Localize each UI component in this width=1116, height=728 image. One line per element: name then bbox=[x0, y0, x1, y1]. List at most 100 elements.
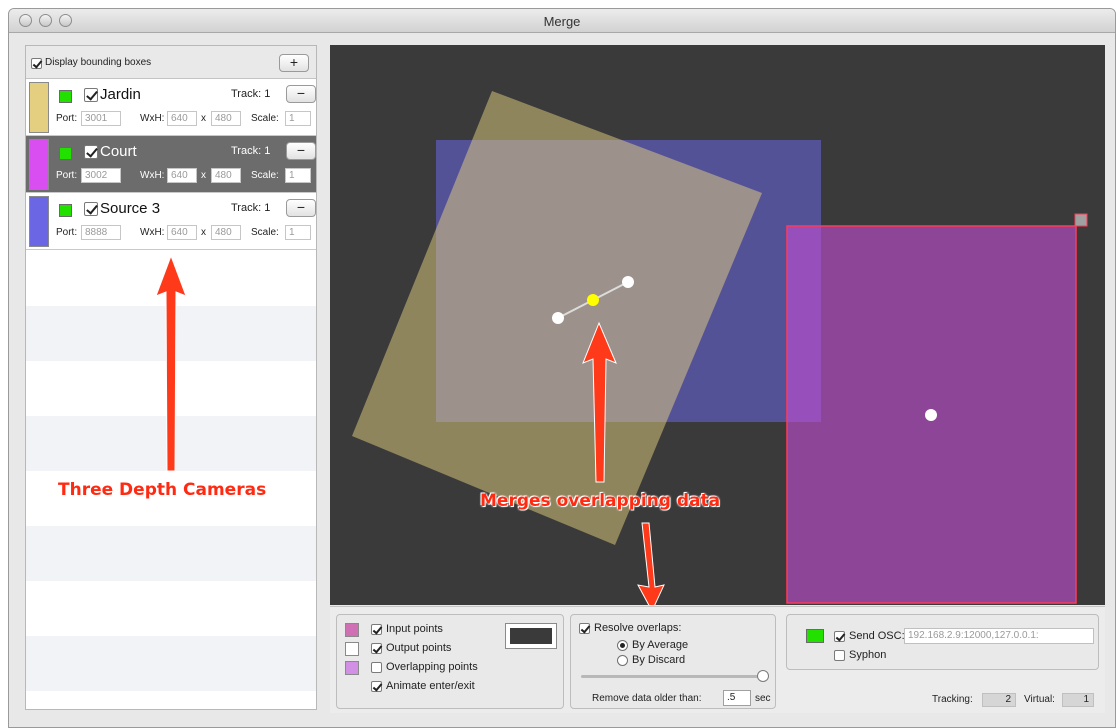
remove-camera-button[interactable]: − bbox=[286, 199, 316, 217]
input-points-option[interactable]: Input points bbox=[371, 623, 443, 635]
send-osc-checkbox[interactable] bbox=[834, 630, 845, 642]
port-label: Port: bbox=[56, 113, 78, 124]
camera-active-indicator bbox=[59, 90, 72, 103]
wxh-label: WxH: bbox=[140, 170, 165, 181]
height-field[interactable]: 480 bbox=[211, 225, 241, 240]
scale-field[interactable]: 1 bbox=[285, 168, 311, 183]
overlap-slider-track[interactable] bbox=[581, 675, 769, 678]
camera-name: Court bbox=[100, 143, 137, 160]
empty-row bbox=[26, 526, 316, 581]
output-points-option[interactable]: Output points bbox=[371, 642, 451, 654]
input-point bbox=[552, 312, 564, 324]
by-average-label: By Average bbox=[632, 639, 689, 651]
background-color-well[interactable] bbox=[505, 623, 557, 649]
merge-arrow-down-annotation bbox=[637, 522, 665, 605]
camera-enabled-checkbox[interactable] bbox=[84, 88, 98, 102]
bottom-controls: Input points Output points Overlapping p… bbox=[330, 606, 1105, 713]
camera-color-swatch[interactable] bbox=[29, 196, 49, 247]
animate-option[interactable]: Animate enter/exit bbox=[371, 680, 475, 692]
tracking-label: Tracking: bbox=[932, 694, 973, 705]
width-field[interactable]: 640 bbox=[167, 168, 197, 183]
camera-enabled-checkbox[interactable] bbox=[84, 145, 98, 159]
by-discard-radio[interactable]: By Discard bbox=[617, 654, 685, 666]
scale-label: Scale: bbox=[251, 170, 279, 181]
osc-address-field[interactable]: 192.168.2.9:12000,127.0.0.1: bbox=[904, 628, 1094, 644]
overlapping-points-label: Overlapping points bbox=[386, 661, 478, 673]
camera-active-indicator bbox=[59, 204, 72, 217]
width-field[interactable]: 640 bbox=[167, 225, 197, 240]
camera-track-label: Track: 1 bbox=[231, 88, 271, 100]
add-camera-button[interactable]: + bbox=[279, 54, 309, 72]
scale-field[interactable]: 1 bbox=[285, 111, 311, 126]
height-field[interactable]: 480 bbox=[211, 168, 241, 183]
send-osc-label: Send OSC: bbox=[849, 630, 905, 642]
output-points-label: Output points bbox=[386, 642, 452, 654]
port-field[interactable]: 3002 bbox=[81, 168, 121, 183]
syphon-option[interactable]: Syphon bbox=[834, 649, 886, 661]
display-bounding-boxes-checkbox[interactable] bbox=[31, 57, 42, 69]
camera-track-label: Track: 1 bbox=[231, 145, 271, 157]
cameras-arrow-annotation bbox=[155, 256, 187, 472]
scale-label: Scale: bbox=[251, 113, 279, 124]
resolve-overlaps-label: Resolve overlaps: bbox=[594, 622, 682, 634]
scale-field[interactable]: 1 bbox=[285, 225, 311, 240]
by-discard-label: By Discard bbox=[632, 654, 686, 666]
points-display-group: Input points Output points Overlapping p… bbox=[336, 614, 564, 709]
camera-color-swatch[interactable] bbox=[29, 139, 49, 190]
remove-camera-button[interactable]: − bbox=[286, 85, 316, 103]
virtual-label: Virtual: bbox=[1024, 694, 1055, 705]
syphon-checkbox[interactable] bbox=[834, 649, 845, 661]
camera-enabled-checkbox[interactable] bbox=[84, 202, 98, 216]
port-field[interactable]: 3001 bbox=[81, 111, 121, 126]
output-group: Send OSC: 192.168.2.9:12000,127.0.0.1: S… bbox=[786, 614, 1099, 709]
output-points-color[interactable] bbox=[345, 642, 359, 656]
wxh-label: WxH: bbox=[140, 113, 165, 124]
camera-list-panel: Display bounding boxes + Jardin Track: 1… bbox=[25, 45, 317, 710]
merge-annotation-label: Merges overlapping data bbox=[480, 491, 721, 511]
overlapping-points-color[interactable] bbox=[345, 661, 359, 675]
resolve-overlaps-checkbox[interactable] bbox=[579, 622, 590, 634]
input-points-label: Input points bbox=[386, 623, 443, 635]
port-label: Port: bbox=[56, 170, 78, 181]
camera-active-indicator bbox=[59, 147, 72, 160]
merged-point bbox=[587, 294, 599, 306]
window-title: Merge bbox=[543, 14, 581, 29]
overlapping-points-option[interactable]: Overlapping points bbox=[371, 661, 478, 673]
input-points-checkbox[interactable] bbox=[371, 623, 382, 635]
merge-canvas[interactable]: Merges overlapping data bbox=[330, 45, 1105, 605]
remove-data-field[interactable]: .5 bbox=[723, 690, 751, 706]
wxh-label: WxH: bbox=[140, 227, 165, 238]
tracking-count: 2 bbox=[982, 693, 1016, 707]
input-point bbox=[925, 409, 937, 421]
resolve-overlaps-group: Resolve overlaps: By Average By Discard … bbox=[570, 614, 776, 709]
remove-data-label: Remove data older than: bbox=[592, 693, 702, 704]
camera-track-label: Track: 1 bbox=[231, 202, 271, 214]
animate-checkbox[interactable] bbox=[371, 680, 382, 692]
camera-list-header: Display bounding boxes + bbox=[26, 46, 316, 79]
camera-row-jardin[interactable]: Jardin Track: 1 − Port: 3001 WxH: 640 x … bbox=[26, 79, 316, 136]
camera-row-court[interactable]: Court Track: 1 − Port: 3002 WxH: 640 x 4… bbox=[26, 136, 316, 193]
overlap-slider-thumb[interactable] bbox=[757, 670, 769, 682]
by-average-radio[interactable]: By Average bbox=[617, 639, 688, 651]
times-label: x bbox=[201, 170, 206, 181]
court-resize-handle[interactable] bbox=[1074, 213, 1088, 227]
camera-name: Source 3 bbox=[100, 200, 161, 217]
camera-color-swatch[interactable] bbox=[29, 82, 49, 133]
send-osc-option[interactable]: Send OSC: bbox=[834, 630, 905, 642]
remove-data-unit: sec bbox=[755, 693, 771, 704]
output-points-checkbox[interactable] bbox=[371, 642, 382, 654]
port-label: Port: bbox=[56, 227, 78, 238]
height-field[interactable]: 480 bbox=[211, 111, 241, 126]
resolve-overlaps-option[interactable]: Resolve overlaps: bbox=[579, 622, 681, 634]
camera-row-source-3[interactable]: Source 3 Track: 1 − Port: 8888 WxH: 640 … bbox=[26, 193, 316, 250]
input-points-color[interactable] bbox=[345, 623, 359, 637]
remove-camera-button[interactable]: − bbox=[286, 142, 316, 160]
scale-label: Scale: bbox=[251, 227, 279, 238]
display-bounding-boxes-label: Display bounding boxes bbox=[45, 57, 152, 68]
empty-row bbox=[26, 636, 316, 691]
width-field[interactable]: 640 bbox=[167, 111, 197, 126]
port-field[interactable]: 8888 bbox=[81, 225, 121, 240]
overlapping-points-checkbox[interactable] bbox=[371, 661, 382, 673]
virtual-count: 1 bbox=[1062, 693, 1094, 707]
times-label: x bbox=[201, 227, 206, 238]
